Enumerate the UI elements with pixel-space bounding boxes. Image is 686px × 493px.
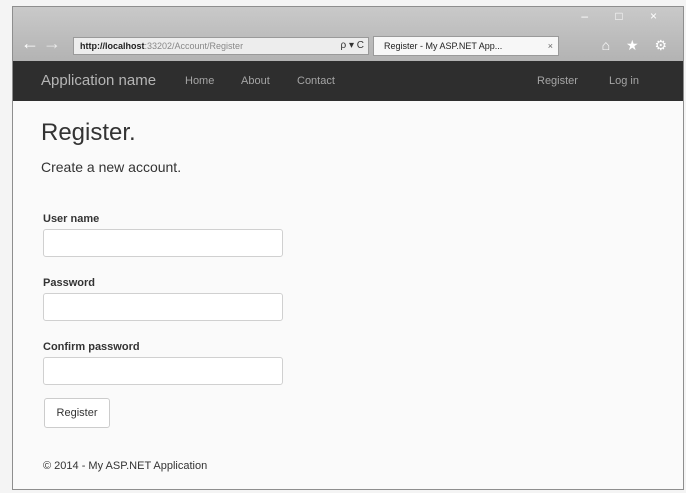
nav-link-register[interactable]: Register [537, 75, 578, 87]
nav-link-contact[interactable]: Contact [297, 75, 335, 87]
browser-chrome: – □ × ← → http://localhost:33202/Account… [13, 7, 683, 61]
footer-text: © 2014 - My ASP.NET Application [43, 460, 208, 472]
nav-link-login[interactable]: Log in [609, 75, 639, 87]
tab-close-icon[interactable]: × [548, 37, 553, 55]
nav-link-about[interactable]: About [241, 75, 270, 87]
address-bar-icons[interactable]: ρ ▾ C [341, 38, 365, 54]
username-label: User name [43, 213, 100, 225]
toolbar-icons[interactable]: ⌂ ★ ⚙ [602, 37, 673, 54]
browser-window: – □ × ← → http://localhost:33202/Account… [12, 6, 684, 490]
tab-title: Register - My ASP.NET App... [384, 41, 503, 51]
address-bar[interactable]: http://localhost:33202/Account/Register … [73, 37, 369, 55]
register-button[interactable]: Register [44, 398, 110, 428]
navbar-brand[interactable]: Application name [41, 72, 156, 89]
page-content: Register. Create a new account. User nam… [13, 101, 683, 489]
page-subtitle: Create a new account. [41, 159, 182, 175]
address-path: :33202/Account/Register [144, 41, 244, 51]
page-title: Register. [41, 119, 136, 146]
password-input[interactable] [43, 293, 283, 321]
address-host: http://localhost [80, 41, 145, 51]
forward-arrow-icon[interactable]: → [43, 34, 61, 53]
username-input[interactable] [43, 229, 283, 257]
confirm-password-input[interactable] [43, 357, 283, 385]
browser-tab[interactable]: Register - My ASP.NET App... × [373, 36, 559, 56]
site-navbar: Application name Home About Contact Regi… [13, 61, 683, 101]
window-controls[interactable]: – □ × [581, 9, 669, 23]
back-arrow-icon[interactable]: ← [21, 34, 39, 53]
nav-link-home[interactable]: Home [185, 75, 214, 87]
confirm-password-label: Confirm password [43, 341, 140, 353]
password-label: Password [43, 277, 95, 289]
